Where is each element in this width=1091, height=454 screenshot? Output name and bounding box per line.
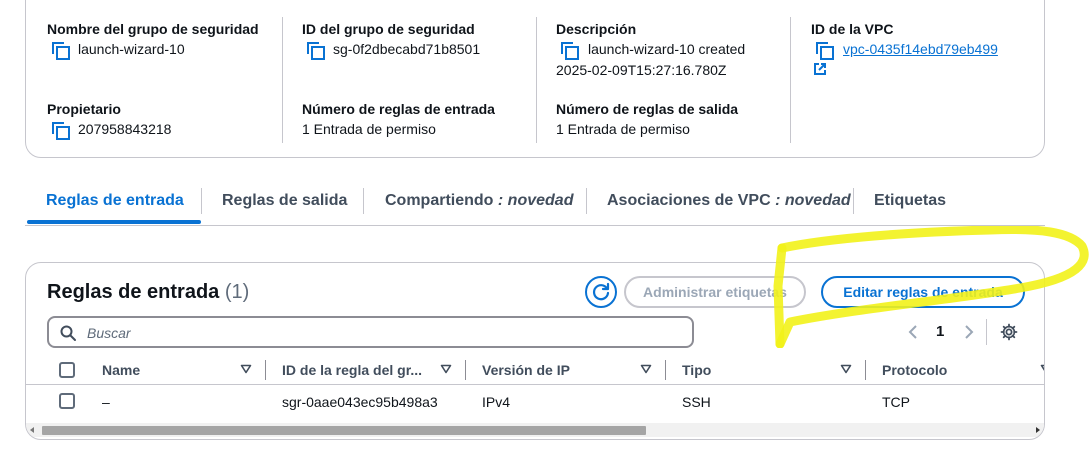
search-input[interactable] xyxy=(85,322,685,344)
sort-icon[interactable] xyxy=(640,364,652,374)
tab-label: Reglas de salida xyxy=(222,192,348,209)
sort-icon[interactable] xyxy=(840,364,852,374)
active-tab-indicator xyxy=(27,220,201,224)
tab-label: Asociaciones de VPC xyxy=(607,192,771,209)
column-resizer[interactable] xyxy=(265,360,266,380)
column-header-type[interactable]: Tipo xyxy=(682,362,711,378)
copy-icon[interactable] xyxy=(52,42,70,60)
rule-count: (1) xyxy=(224,281,250,303)
sort-icon[interactable] xyxy=(240,364,252,374)
chevron-left-icon[interactable] xyxy=(906,322,920,342)
cell-protocol: TCP xyxy=(882,394,910,410)
tab-separator xyxy=(586,188,587,214)
group-id-label: ID del grupo de seguridad xyxy=(302,21,475,37)
copy-icon[interactable] xyxy=(307,42,325,60)
settings-icon[interactable] xyxy=(1000,323,1018,341)
tab-separator xyxy=(363,188,364,214)
tab-tags[interactable]: Etiquetas xyxy=(874,192,946,210)
select-all-checkbox[interactable] xyxy=(59,362,75,378)
group-name-label: Nombre del grupo de seguridad xyxy=(47,21,259,37)
cell-rule-id: sgr-0aae043ec95b498a3 xyxy=(282,394,438,410)
tab-sharing[interactable]: Compartiendo : novedad xyxy=(385,192,573,210)
tab-label: Etiquetas xyxy=(874,192,947,209)
panel-title: Reglas de entrada (1) xyxy=(47,281,249,304)
column-header-protocol[interactable]: Protocolo xyxy=(882,362,947,378)
external-link-icon[interactable] xyxy=(813,62,827,76)
pagination: 1 xyxy=(906,319,1026,345)
tab-inbound-rules[interactable]: Reglas de entrada xyxy=(46,192,184,210)
column-header-name[interactable]: Name xyxy=(102,362,140,378)
vpc-id-link[interactable]: vpc-0435f14ebd79eb499 xyxy=(843,39,998,59)
tab-vpc-associations[interactable]: Asociaciones de VPC : novedad xyxy=(607,192,851,210)
column-resizer[interactable] xyxy=(665,360,666,380)
copy-icon[interactable] xyxy=(52,122,70,140)
manage-tags-button[interactable]: Administrar etiquetas xyxy=(624,276,806,308)
details-card: Nombre del grupo de seguridad launch-wiz… xyxy=(25,0,1045,158)
page-number[interactable]: 1 xyxy=(936,323,944,340)
sort-icon[interactable] xyxy=(440,364,452,374)
description-label: Descripción xyxy=(556,21,637,37)
owner-value: 207958843218 xyxy=(78,121,172,137)
table-header: Name ID de la regla del gr... Versión de… xyxy=(26,355,1045,385)
tab-label: Compartiendo xyxy=(385,192,494,209)
tab-label: Reglas de entrada xyxy=(46,192,184,209)
description-value-line2: 2025-02-09T15:27:16.780Z xyxy=(556,62,727,78)
tab-new-badge: : novedad xyxy=(497,192,574,209)
pagination-divider xyxy=(986,319,987,345)
horizontal-scrollbar[interactable] xyxy=(26,423,1044,437)
copy-icon[interactable] xyxy=(816,42,834,60)
scroll-left-arrow[interactable] xyxy=(30,427,34,433)
tab-separator xyxy=(201,188,202,214)
owner-label: Propietario xyxy=(47,101,121,117)
tabs-bar: Reglas de entrada Reglas de salida Compa… xyxy=(25,180,1045,226)
cell-type: SSH xyxy=(682,394,711,410)
search-icon xyxy=(60,325,76,341)
refresh-icon xyxy=(592,282,610,301)
search-box xyxy=(47,316,694,348)
column-header-rule-id[interactable]: ID de la regla del gr... xyxy=(282,362,422,378)
tab-separator xyxy=(853,188,854,214)
inbound-count-value: 1 Entrada de permiso xyxy=(302,121,436,137)
row-checkbox[interactable] xyxy=(59,393,75,409)
scroll-right-arrow[interactable] xyxy=(1036,427,1040,433)
copy-icon[interactable] xyxy=(561,42,579,60)
group-name-value: launch-wizard-10 xyxy=(78,41,185,57)
edit-inbound-rules-button[interactable]: Editar reglas de entrada xyxy=(821,276,1025,308)
table-row[interactable]: – sgr-0aae043ec95b498a3 IPv4 SSH TCP xyxy=(26,386,1044,418)
panel-title-text: Reglas de entrada xyxy=(47,281,220,303)
cell-ip-version: IPv4 xyxy=(482,394,511,410)
vpc-id-label: ID de la VPC xyxy=(811,21,894,37)
column-resizer[interactable] xyxy=(865,360,866,380)
column-divider xyxy=(536,17,537,143)
column-resizer[interactable] xyxy=(465,360,466,380)
outbound-count-label: Número de reglas de salida xyxy=(556,101,739,117)
description-value-line1: launch-wizard-10 created xyxy=(588,41,746,57)
chevron-right-icon[interactable] xyxy=(962,322,976,342)
scrollbar-thumb[interactable] xyxy=(42,426,646,435)
sort-icon[interactable] xyxy=(1040,364,1045,374)
tab-outbound-rules[interactable]: Reglas de salida xyxy=(222,192,347,210)
column-divider xyxy=(282,17,283,143)
cell-name: – xyxy=(102,394,110,410)
outbound-count-value: 1 Entrada de permiso xyxy=(556,121,690,137)
inbound-rules-panel: Reglas de entrada (1) Administrar etique… xyxy=(25,262,1045,440)
column-divider xyxy=(790,17,791,143)
column-header-ip-version[interactable]: Versión de IP xyxy=(482,362,570,378)
inbound-count-label: Número de reglas de entrada xyxy=(302,101,495,117)
refresh-button[interactable] xyxy=(585,276,617,308)
group-id-value: sg-0f2dbecabd71b8501 xyxy=(333,41,481,57)
tab-new-badge: : novedad xyxy=(775,192,851,209)
